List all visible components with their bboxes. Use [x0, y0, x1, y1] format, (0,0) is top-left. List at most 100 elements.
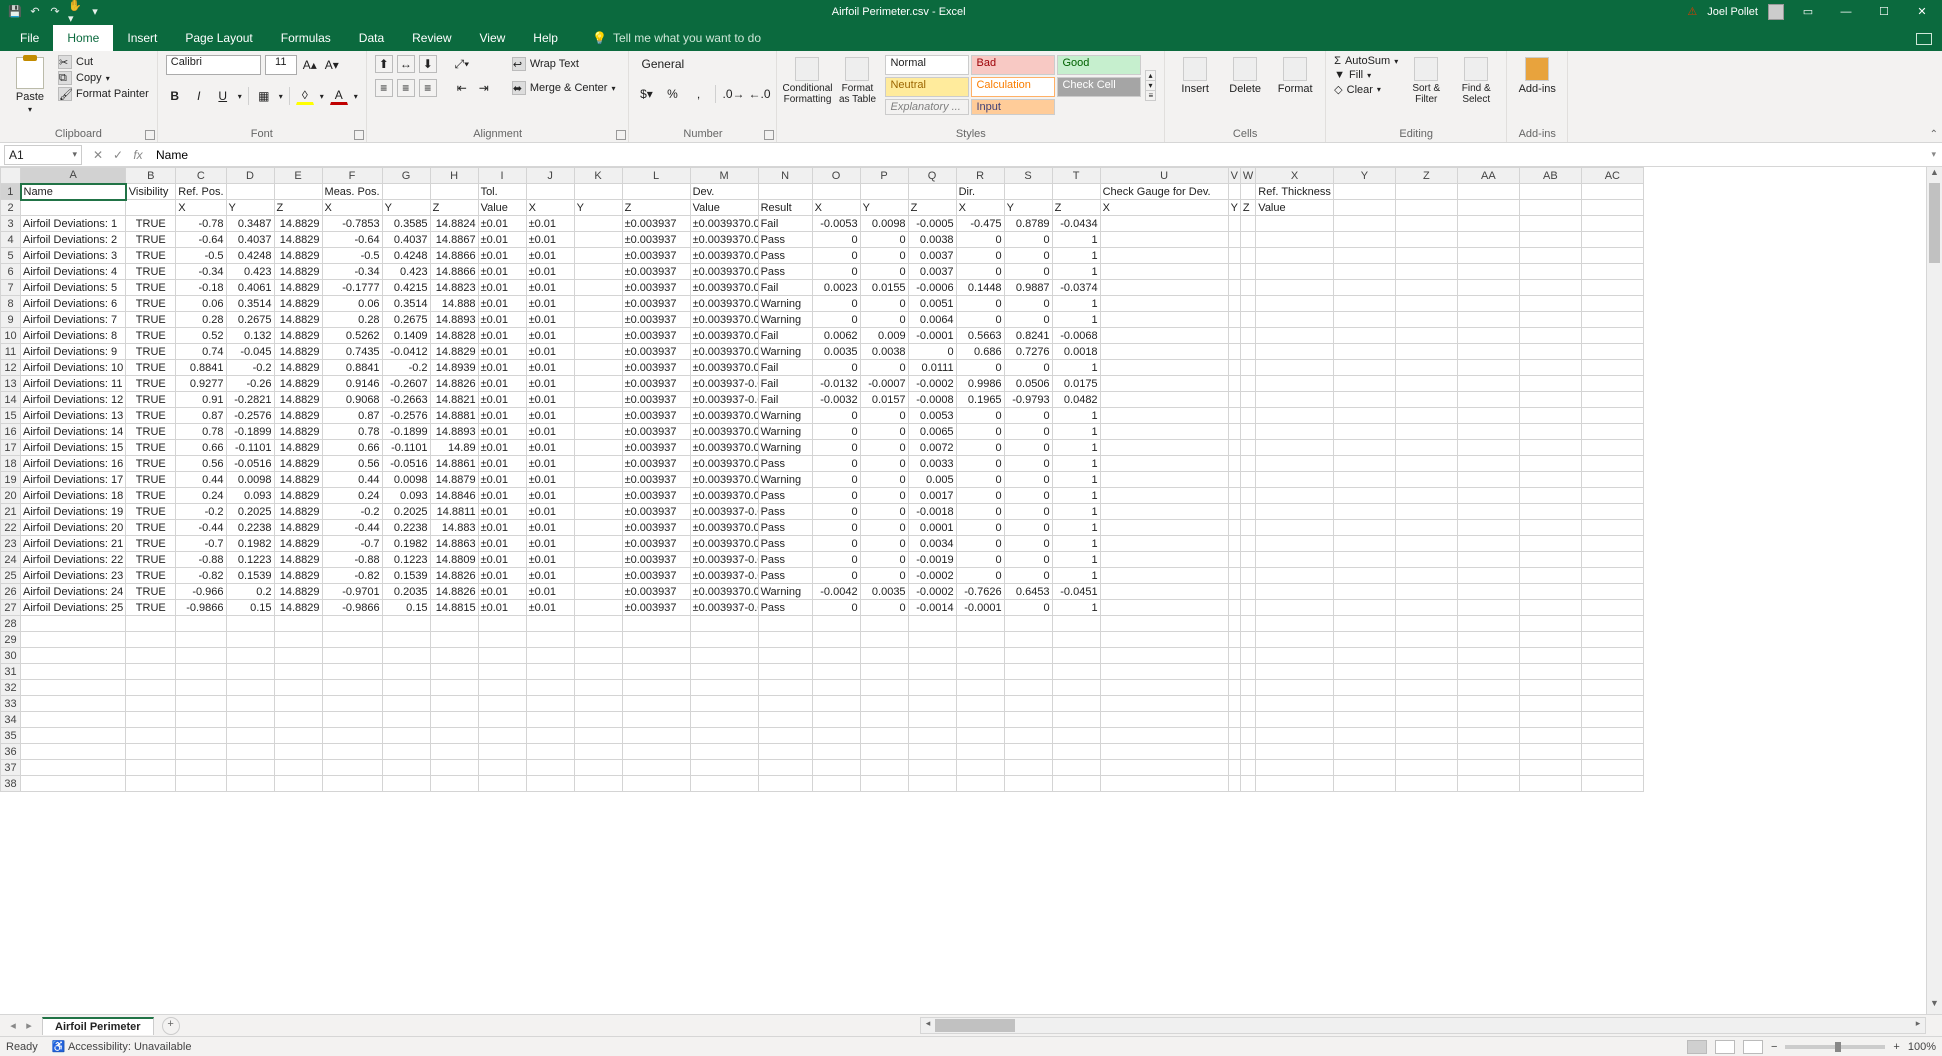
accessibility-status[interactable]: ♿ Accessibility: Unavailable	[52, 1040, 192, 1053]
cell-AC9[interactable]	[1581, 312, 1643, 328]
cell-X12[interactable]	[1256, 360, 1334, 376]
cell-I18[interactable]: ±0.01	[478, 456, 526, 472]
cell-T19[interactable]: 1	[1052, 472, 1100, 488]
cell-E38[interactable]	[274, 776, 322, 792]
cell-N11[interactable]: Warning	[758, 344, 812, 360]
cell-N6[interactable]: Pass	[758, 264, 812, 280]
cell-Z33[interactable]	[1395, 696, 1457, 712]
cell-Q29[interactable]	[908, 632, 956, 648]
cell-X32[interactable]	[1256, 680, 1334, 696]
cell-P21[interactable]: 0	[860, 504, 908, 520]
cell-Z38[interactable]	[1395, 776, 1457, 792]
cell-Y12[interactable]	[1333, 360, 1395, 376]
cell-Z35[interactable]	[1395, 728, 1457, 744]
cell-V31[interactable]	[1228, 664, 1240, 680]
cell-W8[interactable]	[1240, 296, 1255, 312]
cell-S5[interactable]: 0	[1004, 248, 1052, 264]
cell-Y20[interactable]	[1333, 488, 1395, 504]
cell-S14[interactable]: -0.9793	[1004, 392, 1052, 408]
cell-V34[interactable]	[1228, 712, 1240, 728]
cell-Z28[interactable]	[1395, 616, 1457, 632]
cell-K17[interactable]	[574, 440, 622, 456]
cell-H4[interactable]: 14.8867	[430, 232, 478, 248]
autosum-button[interactable]: ΣAutoSum▾	[1334, 55, 1398, 67]
cell-A35[interactable]	[21, 728, 126, 744]
cell-Y33[interactable]	[1333, 696, 1395, 712]
cell-Q21[interactable]: -0.0018	[908, 504, 956, 520]
cell-O7[interactable]: 0.0023	[812, 280, 860, 296]
cell-Y1[interactable]	[1333, 184, 1395, 200]
cell-V28[interactable]	[1228, 616, 1240, 632]
cell-P1[interactable]	[860, 184, 908, 200]
cell-AC30[interactable]	[1581, 648, 1643, 664]
cell-N10[interactable]: Fail	[758, 328, 812, 344]
cell-Q16[interactable]: 0.0065	[908, 424, 956, 440]
cell-Y15[interactable]	[1333, 408, 1395, 424]
cell-Z24[interactable]	[1395, 552, 1457, 568]
cell-O2[interactable]: X	[812, 200, 860, 216]
cell-D22[interactable]: 0.2238	[226, 520, 274, 536]
cell-G7[interactable]: 0.4215	[382, 280, 430, 296]
cell-AB14[interactable]	[1519, 392, 1581, 408]
cell-C37[interactable]	[176, 760, 226, 776]
cell-X2[interactable]: Value	[1256, 200, 1334, 216]
cell-Y21[interactable]	[1333, 504, 1395, 520]
cell-AA22[interactable]	[1457, 520, 1519, 536]
cell-R10[interactable]: 0.5663	[956, 328, 1004, 344]
row-header-11[interactable]: 11	[1, 344, 21, 360]
cell-H37[interactable]	[430, 760, 478, 776]
cell-M25[interactable]: ±0.003937 -0.0002	[690, 568, 758, 584]
row-header-20[interactable]: 20	[1, 488, 21, 504]
cell-T21[interactable]: 1	[1052, 504, 1100, 520]
cell-AB11[interactable]	[1519, 344, 1581, 360]
cell-O38[interactable]	[812, 776, 860, 792]
cell-G35[interactable]	[382, 728, 430, 744]
col-header-AC[interactable]: AC	[1581, 168, 1643, 184]
cell-H2[interactable]: Z	[430, 200, 478, 216]
cell-F25[interactable]: -0.82	[322, 568, 382, 584]
cell-K27[interactable]	[574, 600, 622, 616]
cell-Z16[interactable]	[1395, 424, 1457, 440]
cell-A25[interactable]: Airfoil Deviations: 23	[21, 568, 126, 584]
cell-E5[interactable]: 14.8829	[274, 248, 322, 264]
cell-A32[interactable]	[21, 680, 126, 696]
cell-C9[interactable]: 0.28	[176, 312, 226, 328]
cell-A2[interactable]	[21, 200, 126, 216]
cell-G8[interactable]: 0.3514	[382, 296, 430, 312]
cell-AC37[interactable]	[1581, 760, 1643, 776]
cell-Q27[interactable]: -0.0014	[908, 600, 956, 616]
cell-X13[interactable]	[1256, 376, 1334, 392]
cell-C35[interactable]	[176, 728, 226, 744]
cell-G25[interactable]: 0.1539	[382, 568, 430, 584]
cell-I26[interactable]: ±0.01	[478, 584, 526, 600]
tab-data[interactable]: Data	[345, 25, 398, 51]
cell-H25[interactable]: 14.8826	[430, 568, 478, 584]
cell-F11[interactable]: 0.7435	[322, 344, 382, 360]
cell-W29[interactable]	[1240, 632, 1255, 648]
cell-V27[interactable]	[1228, 600, 1240, 616]
row-header-4[interactable]: 4	[1, 232, 21, 248]
cell-H36[interactable]	[430, 744, 478, 760]
cell-Q32[interactable]	[908, 680, 956, 696]
cell-S8[interactable]: 0	[1004, 296, 1052, 312]
cell-X27[interactable]	[1256, 600, 1334, 616]
cell-K22[interactable]	[574, 520, 622, 536]
cell-A11[interactable]: Airfoil Deviations: 9	[21, 344, 126, 360]
increase-indent-icon[interactable]: ⇥	[475, 79, 493, 97]
cell-AB27[interactable]	[1519, 600, 1581, 616]
cell-E4[interactable]: 14.8829	[274, 232, 322, 248]
cell-B17[interactable]: TRUE	[126, 440, 176, 456]
cell-Z21[interactable]	[1395, 504, 1457, 520]
cell-Q38[interactable]	[908, 776, 956, 792]
cell-AB23[interactable]	[1519, 536, 1581, 552]
wrap-text-button[interactable]: ↩Wrap Text	[507, 55, 621, 73]
cell-I7[interactable]: ±0.01	[478, 280, 526, 296]
cell-U30[interactable]	[1100, 648, 1228, 664]
cell-G11[interactable]: -0.0412	[382, 344, 430, 360]
cell-W23[interactable]	[1240, 536, 1255, 552]
cell-D34[interactable]	[226, 712, 274, 728]
cell-L10[interactable]: ±0.003937	[622, 328, 690, 344]
cell-X20[interactable]	[1256, 488, 1334, 504]
cell-F38[interactable]	[322, 776, 382, 792]
cell-Y10[interactable]	[1333, 328, 1395, 344]
